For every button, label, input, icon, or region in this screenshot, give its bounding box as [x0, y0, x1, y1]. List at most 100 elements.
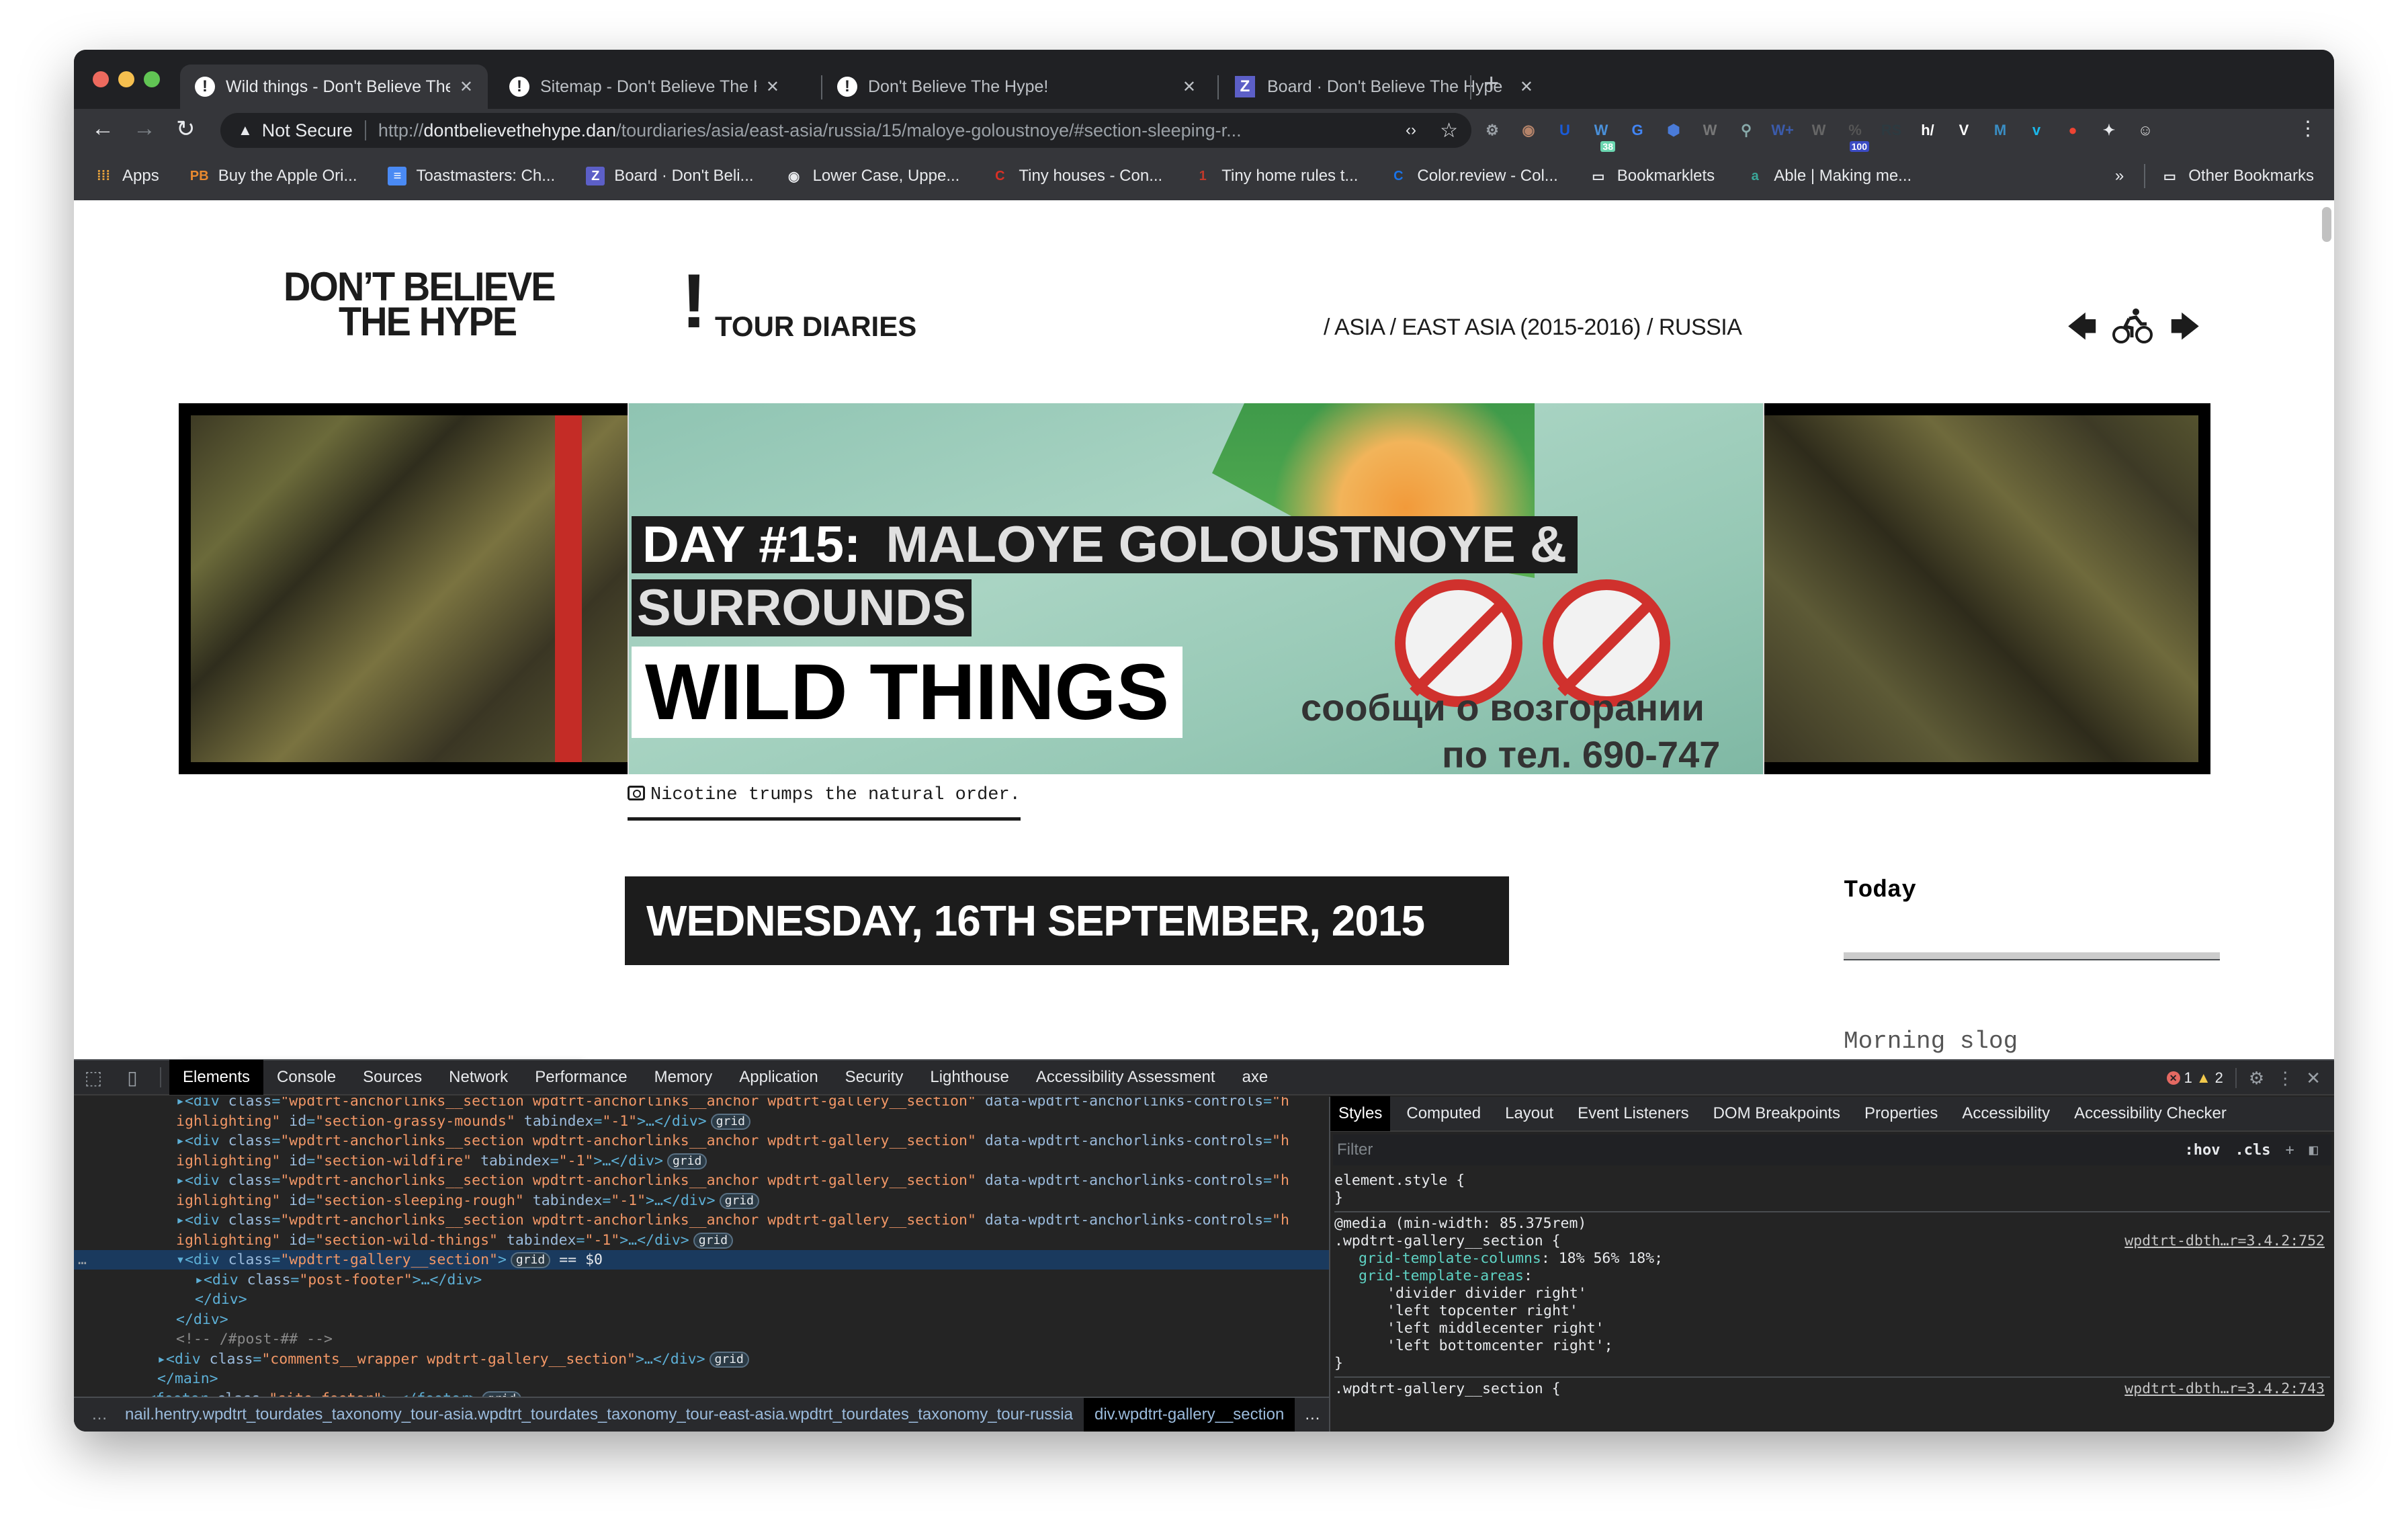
password-extension-icon[interactable]: U [1547, 117, 1583, 144]
devtools-tab-axe[interactable]: axe [1229, 1060, 1282, 1095]
dom-node[interactable]: </div> [74, 1290, 1329, 1309]
address-bar[interactable]: ▲ Not Secure http://dontbelievethehype.d… [220, 113, 1471, 148]
rs-extension-icon[interactable]: RS [1873, 117, 1909, 144]
close-tab-icon[interactable]: ✕ [1520, 77, 1533, 97]
sidebar-item-morning-slog[interactable]: Morning slog [1844, 1028, 2220, 1055]
devtools-tab-sources[interactable]: Sources [349, 1060, 435, 1095]
more-options-icon[interactable]: ⋮ [2276, 1068, 2294, 1089]
devtools-tab-lighthouse[interactable]: Lighthouse [916, 1060, 1022, 1095]
styles-tab-layout[interactable]: Layout [1497, 1096, 1561, 1131]
devtools-tab-console[interactable]: Console [263, 1060, 349, 1095]
new-tab-button[interactable]: + [1484, 69, 1499, 99]
bookmark-item[interactable]: C Color.review - Col... [1389, 167, 1558, 185]
filter-input[interactable] [1333, 1141, 2126, 1159]
dom-node[interactable]: ▸<div class="wpdtrt-anchorlinks__section… [74, 1131, 1329, 1151]
v-extension-icon[interactable]: V [1946, 117, 1982, 144]
tab-wild-things[interactable]: ! Wild things - Don't Believe The Hype ✕ [180, 65, 488, 109]
bookmark-item[interactable]: ⁞⁞⁞ Apps [94, 167, 159, 185]
hero-gallery[interactable]: сообщи о возгорании по тел. 690-747 DAY … [179, 403, 2210, 774]
toggle-sidebar-icon[interactable]: ◧ [2309, 1142, 2318, 1159]
dom-node[interactable]: ▸<div class="post-footer">…</div> [74, 1270, 1329, 1290]
menu-icon[interactable]: ⋮ [2298, 117, 2318, 140]
reload-button[interactable]: ↻ [176, 116, 196, 142]
bookmark-item[interactable]: C Tiny houses - Con... [990, 167, 1162, 185]
profile-avatar-icon[interactable]: ☺ [2127, 117, 2163, 144]
m-extension-icon[interactable]: M [1982, 117, 2018, 144]
forward-button[interactable]: → [133, 116, 156, 142]
wave-extension-icon[interactable]: W [1692, 117, 1728, 144]
dom-node[interactable]: ighlighting" id="section-sleeping-rough"… [74, 1191, 1329, 1210]
percent-extension-icon[interactable]: % 100 [1837, 117, 1873, 152]
bicycle-icon[interactable] [2112, 308, 2155, 353]
hov-toggle[interactable]: :hov [2185, 1142, 2221, 1159]
dom-node[interactable]: ighlighting" id="section-wildfire" tabin… [74, 1151, 1329, 1171]
close-tab-icon[interactable]: ✕ [766, 77, 779, 97]
security-label[interactable]: Not Secure [262, 120, 353, 141]
page-scrollbar[interactable] [2322, 207, 2331, 242]
writer-extension-icon[interactable]: W 38 [1583, 117, 1619, 152]
tag-extension-icon[interactable]: ⬢ [1656, 117, 1692, 144]
other-bookmarks[interactable]: ▭ Other Bookmarks [2160, 167, 2314, 185]
maximize-window-button[interactable] [144, 71, 160, 87]
dom-node[interactable]: ▸<div class="wpdtrt-anchorlinks__section… [74, 1097, 1329, 1111]
bookmark-item[interactable]: PB Buy the Apple Ori... [190, 167, 357, 185]
dom-node[interactable]: ▸<div class="comments__wrapper wpdtrt-ga… [74, 1350, 1329, 1369]
close-window-button[interactable] [93, 71, 109, 87]
color-extension-icon[interactable]: ● [2055, 117, 2091, 144]
bookmark-item[interactable]: a Able | Making me... [1746, 167, 1912, 185]
cls-toggle[interactable]: .cls [2235, 1142, 2271, 1159]
h-extension-icon[interactable]: h/ [1909, 117, 1946, 144]
wordplus-extension-icon[interactable]: W+ [1764, 117, 1801, 144]
settings-extension-icon[interactable]: ⚙ [1474, 117, 1510, 144]
settings-gear-icon[interactable]: ⚙ [2249, 1068, 2264, 1089]
dom-node[interactable]: ▸<div class="wpdtrt-anchorlinks__section… [74, 1171, 1329, 1190]
bookmark-item[interactable]: 1 Tiny home rules t... [1193, 167, 1359, 185]
translate-extension-icon[interactable]: G [1619, 117, 1656, 144]
dom-node[interactable]: ighlighting" id="section-wild-things" ta… [74, 1231, 1329, 1250]
dom-node[interactable]: ighlighting" id="section-grassy-mounds" … [74, 1112, 1329, 1131]
dom-node[interactable]: … ▾<div class="wpdtrt-gallery__section"> g… [74, 1250, 1329, 1270]
source-link[interactable]: wpdtrt-dbth…r=3.4.2:743 [2124, 1380, 2325, 1398]
devtools-tab-security[interactable]: Security [832, 1060, 917, 1095]
styles-tab-accessibility[interactable]: Accessibility [1954, 1096, 2058, 1131]
device-toolbar-icon[interactable]: ▯ [113, 1060, 152, 1095]
bookmark-item[interactable]: ▭ Bookmarklets [1589, 167, 1715, 185]
gallery-image-right[interactable] [1764, 415, 2198, 762]
puzzle-extension-icon[interactable]: ✦ [2091, 117, 2127, 144]
breadcrumb[interactable]: / ASIA / EAST ASIA (2015-2016) / RUSSIA [1324, 315, 1742, 341]
goggles-extension-icon[interactable]: ◉ [1510, 117, 1547, 144]
dom-node[interactable]: <!-- /#post-## --> [74, 1329, 1329, 1349]
vimeo-extension-icon[interactable]: v [2018, 117, 2055, 144]
url-text[interactable]: http://dontbelievethehype.dan/tourdiarie… [378, 120, 1242, 141]
magnifier-extension-icon[interactable]: ⚲ [1728, 117, 1764, 144]
devtools-tab-accessibility-assessment[interactable]: Accessibility Assessment [1023, 1060, 1229, 1095]
bookmark-item[interactable]: Z Board · Don't Beli... [586, 167, 754, 185]
new-rule-icon[interactable]: + [2286, 1142, 2294, 1159]
devtools-tab-application[interactable]: Application [726, 1060, 831, 1095]
inspect-element-icon[interactable]: ⬚ [74, 1060, 113, 1095]
issues-badge[interactable]: ✕ 1 ▲ 2 [2166, 1069, 2223, 1087]
styles-tab-event-listeners[interactable]: Event Listeners [1570, 1096, 1696, 1131]
breadcrumb-current[interactable]: div.wpdtrt-gallery__section [1083, 1398, 1295, 1432]
devtools-tab-elements[interactable]: Elements [169, 1060, 264, 1095]
dom-node[interactable]: ▸<div class="wpdtrt-anchorlinks__section… [74, 1210, 1329, 1230]
dom-node[interactable]: </main> [74, 1369, 1329, 1389]
bookmarks-overflow-button[interactable]: » [2115, 167, 2124, 185]
elements-tree[interactable]: ▸<div class="wpdtrt-anchorlinks__section… [74, 1097, 1329, 1398]
bookmark-item[interactable]: ◉ Lower Case, Uppe... [785, 167, 960, 185]
devtools-tab-network[interactable]: Network [435, 1060, 521, 1095]
close-devtools-icon[interactable]: ✕ [2306, 1068, 2321, 1089]
breadcrumb-path[interactable]: nail.hentry.wpdtrt_tourdates_taxonomy_to… [125, 1405, 1073, 1424]
close-tab-icon[interactable]: ✕ [1182, 77, 1196, 97]
dom-node[interactable]: </div> [74, 1310, 1329, 1329]
source-link[interactable]: wpdtrt-dbth…r=3.4.2:752 [2124, 1233, 2325, 1250]
close-tab-icon[interactable]: ✕ [460, 77, 473, 97]
previous-arrow-icon[interactable]: 🡄 [2067, 305, 2097, 356]
bookmark-star-icon[interactable]: ☆ [1440, 119, 1458, 142]
styles-tab-styles[interactable]: Styles [1330, 1096, 1391, 1131]
minimize-window-button[interactable] [118, 71, 134, 87]
styles-tab-dom-breakpoints[interactable]: DOM Breakpoints [1705, 1096, 1848, 1131]
next-arrow-icon[interactable]: 🡆 [2169, 305, 2200, 356]
bookmark-item[interactable]: ≡ Toastmasters: Ch... [388, 167, 555, 185]
sidebar-item-today[interactable]: Today [1844, 876, 2220, 904]
